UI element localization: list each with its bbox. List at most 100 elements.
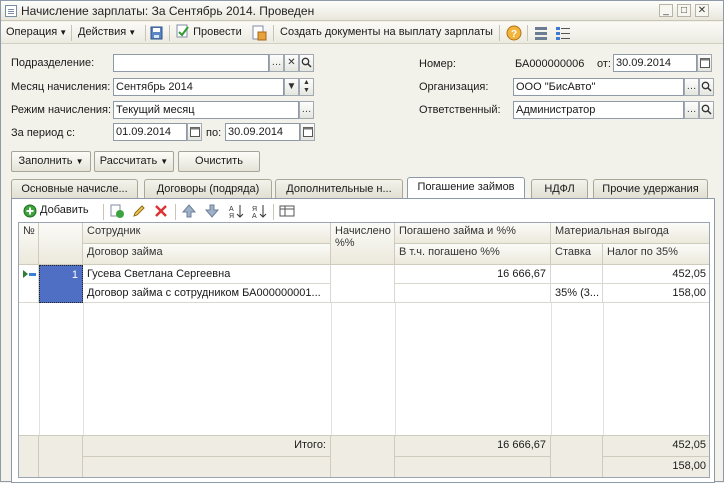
- close-button[interactable]: ✕: [695, 4, 709, 17]
- subdivision-clear-button[interactable]: ✕: [284, 54, 299, 72]
- mode-input[interactable]: Текущий месяц: [113, 101, 299, 119]
- document-movements-icon[interactable]: [251, 25, 267, 41]
- tab-other-deductions[interactable]: Прочие удержания: [593, 179, 708, 198]
- post-button[interactable]: Провести: [173, 24, 245, 42]
- col-header-repaid-incl[interactable]: В т.ч. погашено %%: [395, 244, 551, 265]
- table-row-loan-contract[interactable]: Договор займа с сотрудником БА000000001.…: [83, 284, 331, 303]
- fill-button[interactable]: Заполнить ▼: [11, 151, 91, 172]
- subdivision-input[interactable]: [113, 54, 269, 72]
- date-label: от:: [597, 58, 611, 70]
- col-header-employee[interactable]: Сотрудник: [83, 223, 331, 244]
- subdivision-select-button[interactable]: …: [269, 54, 284, 72]
- col-header-blank[interactable]: [39, 223, 83, 265]
- grid-toolbar-separator: [273, 204, 274, 220]
- clear-button[interactable]: Очистить: [178, 151, 260, 172]
- col-header-loan-contract[interactable]: Договор займа: [83, 244, 331, 265]
- table-row-accrued[interactable]: [331, 265, 395, 303]
- toolbar-separator: [527, 25, 528, 41]
- current-row-icon: [23, 270, 36, 278]
- calendar-icon: [189, 127, 200, 137]
- table-row-employee[interactable]: Гусева Светлана Сергеевна: [83, 265, 331, 284]
- tab-additional[interactable]: Дополнительные н...: [275, 179, 403, 198]
- responsible-search-button[interactable]: [699, 101, 714, 119]
- sort-ascending-icon[interactable]: AЯ: [228, 203, 244, 220]
- col-header-material-benefit[interactable]: Материальная выгода: [551, 223, 709, 244]
- copy-row-icon[interactable]: [109, 203, 125, 219]
- mode-label: Режим начисления:: [11, 104, 112, 116]
- organization-input[interactable]: ООО "БисАвто": [513, 78, 684, 96]
- actions-menu[interactable]: Действия ▼: [75, 24, 139, 42]
- month-spin-button[interactable]: ▲ ▼: [299, 78, 314, 96]
- table-row-repaid-incl[interactable]: [395, 284, 551, 303]
- help-icon[interactable]: ?: [506, 25, 522, 41]
- columns-settings-icon[interactable]: [279, 203, 295, 219]
- table-row-rate-top[interactable]: [551, 265, 603, 284]
- add-button[interactable]: Добавить: [21, 202, 101, 220]
- table-row-repaid[interactable]: 16 666,67: [395, 265, 551, 284]
- create-payment-documents-button[interactable]: Создать документы на выплату зарплаты: [277, 24, 496, 42]
- footer-total-label: Итого:: [83, 435, 331, 456]
- chevron-down-icon: ▼: [160, 157, 169, 166]
- col-header-accrued[interactable]: Начислено %%: [331, 223, 395, 265]
- organization-select-button[interactable]: …: [684, 78, 699, 96]
- table-row-rate[interactable]: 35% (3...: [551, 284, 603, 303]
- calculate-button[interactable]: Рассчитать ▼: [94, 151, 174, 172]
- footer-cell: [19, 435, 39, 477]
- minimize-button[interactable]: _: [659, 4, 673, 17]
- grid-line: [395, 303, 396, 435]
- post-icon: [176, 24, 189, 38]
- table-row-tax-second[interactable]: 158,00: [603, 284, 709, 303]
- loan-repayment-table[interactable]: № Сотрудник Договор займа Начислено %% П…: [18, 222, 710, 478]
- structure-icon[interactable]: [533, 25, 549, 41]
- grid-line: [331, 303, 332, 435]
- period-from-input[interactable]: 01.09.2014: [113, 123, 187, 141]
- responsible-select-button[interactable]: …: [684, 101, 699, 119]
- month-dropdown-button[interactable]: ▼: [284, 78, 299, 96]
- row-number-cell[interactable]: 1: [39, 265, 83, 303]
- footer-cell: [331, 435, 395, 477]
- search-icon: [301, 57, 312, 68]
- date-input[interactable]: 30.09.2014: [613, 54, 697, 72]
- mode-select-button[interactable]: …: [299, 101, 314, 119]
- table-row-tax[interactable]: 452,05: [603, 265, 709, 284]
- document-window: Начисление зарплаты: За Сентябрь 2014. П…: [0, 0, 724, 483]
- period-from-calendar-button[interactable]: [187, 123, 202, 141]
- col-header-rate[interactable]: Ставка: [551, 244, 603, 265]
- row-indicator: [19, 265, 39, 303]
- period-to-input[interactable]: 30.09.2014: [225, 123, 300, 141]
- title-bar: Начисление зарплаты: За Сентябрь 2014. П…: [1, 1, 723, 21]
- responsible-label: Ответственный:: [419, 104, 501, 116]
- tab-ndfl[interactable]: НДФЛ: [531, 179, 588, 198]
- col-header-repaid[interactable]: Погашено займа и %%: [395, 223, 551, 244]
- period-to-calendar-button[interactable]: [300, 123, 315, 141]
- subdivision-search-button[interactable]: [299, 54, 314, 72]
- responsible-input[interactable]: Администратор: [513, 101, 684, 119]
- toolbar-separator: [499, 25, 500, 41]
- col-header-tax[interactable]: Налог по 35%: [603, 244, 709, 265]
- grid-toolbar-separator: [175, 204, 176, 220]
- sort-descending-icon[interactable]: ЯA: [251, 203, 267, 220]
- edit-icon[interactable]: [131, 203, 147, 219]
- footer-cell: [39, 435, 83, 477]
- organization-search-button[interactable]: [699, 78, 714, 96]
- toolbar-separator: [71, 25, 72, 41]
- svg-text:A: A: [229, 206, 234, 213]
- month-input[interactable]: Сентябрь 2014: [113, 78, 284, 96]
- grid-line: [551, 303, 552, 435]
- maximize-button[interactable]: □: [677, 4, 691, 17]
- delete-icon[interactable]: [153, 203, 169, 219]
- tab-main-accruals[interactable]: Основные начисле...: [11, 179, 138, 198]
- number-label: Номер:: [419, 58, 456, 70]
- move-up-icon[interactable]: [181, 203, 197, 219]
- tab-contracts[interactable]: Договоры (подряда): [144, 179, 272, 198]
- tab-loan-repayment[interactable]: Погашение займов: [407, 177, 525, 199]
- settings-list-icon[interactable]: [555, 25, 571, 41]
- save-close-icon[interactable]: [149, 25, 165, 41]
- date-calendar-button[interactable]: [697, 54, 712, 72]
- footer-cell: [551, 435, 603, 477]
- move-down-icon[interactable]: [204, 203, 220, 219]
- operation-menu[interactable]: Операция ▼: [3, 24, 70, 42]
- calendar-icon: [302, 127, 313, 137]
- window-icon: [5, 5, 17, 17]
- col-header-number[interactable]: №: [19, 223, 39, 265]
